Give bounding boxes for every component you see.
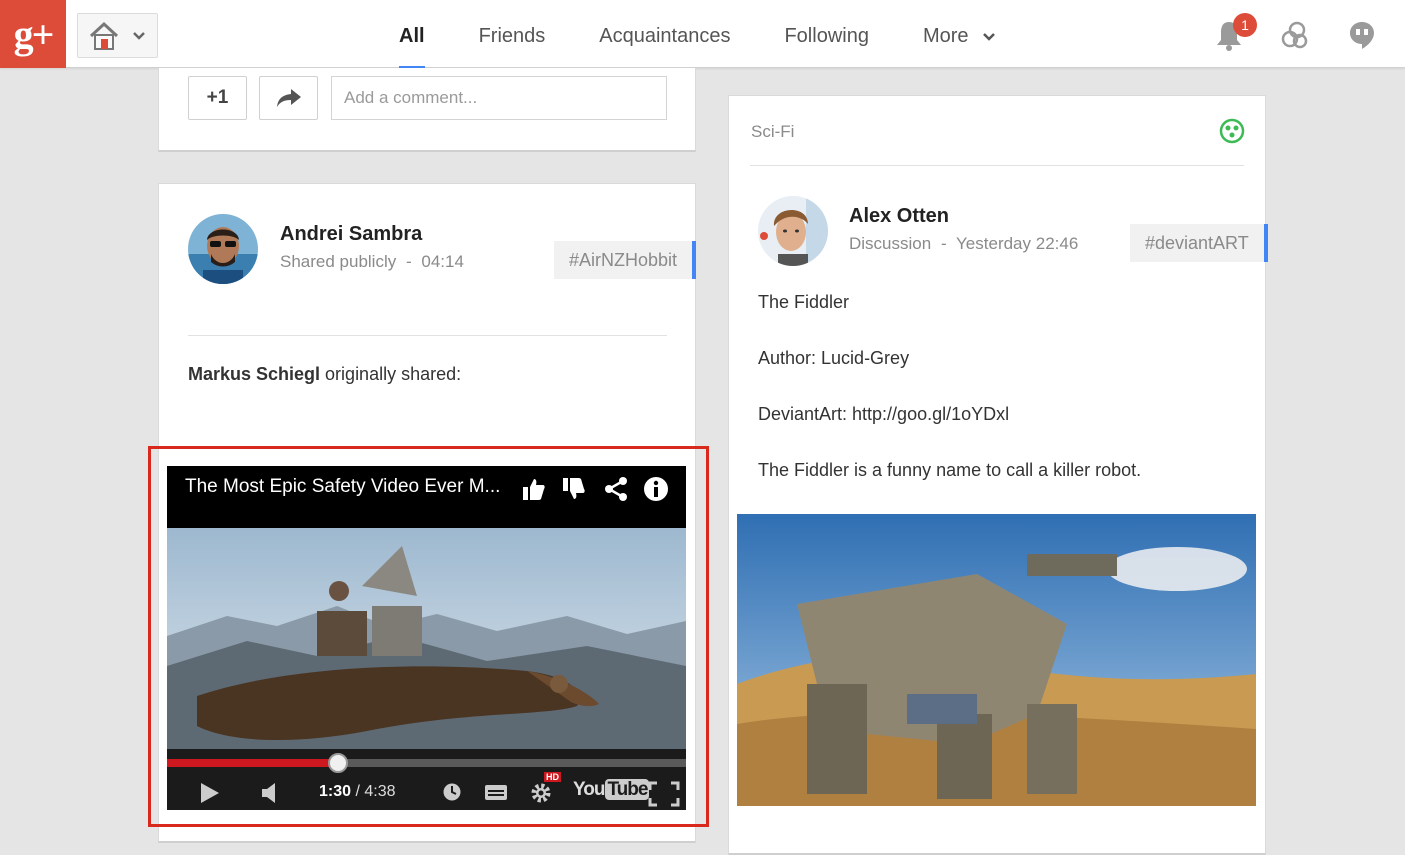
home-menu-button[interactable]	[77, 13, 158, 58]
previous-post-card: +1	[158, 68, 696, 152]
post-image-robot[interactable]	[737, 514, 1256, 806]
tab-acquaintances[interactable]: Acquaintances	[572, 0, 757, 68]
post-category[interactable]: Discussion	[849, 234, 931, 253]
post-author[interactable]: Andrei Sambra	[280, 223, 422, 246]
avatar[interactable]	[758, 196, 828, 266]
post-text-line: Author: Lucid-Grey	[758, 348, 910, 368]
tab-friends[interactable]: Friends	[452, 0, 573, 68]
notification-count-badge: 1	[1233, 13, 1257, 37]
post-visibility[interactable]: Shared publicly	[280, 252, 396, 271]
tab-following[interactable]: Following	[757, 0, 895, 68]
divider	[188, 335, 667, 336]
tab-more[interactable]: More	[896, 0, 1023, 68]
hashtag-chip[interactable]: #deviantART	[1130, 224, 1268, 262]
tab-more-label: More	[922, 25, 969, 47]
stream-tabs: All Friends Acquaintances Following More	[372, 0, 1023, 69]
chevron-down-icon	[133, 31, 145, 40]
reshare-line: Markus Schiegl originally shared:	[188, 364, 461, 385]
post-author[interactable]: Alex Otten	[849, 205, 949, 228]
post-timestamp[interactable]: 04:14	[421, 252, 464, 271]
hangouts-button[interactable]	[1345, 18, 1379, 52]
hashtag-chip[interactable]: #AirNZHobbit	[554, 241, 697, 279]
post-text-line: DeviantArt: http://goo.gl/1oYDxl	[758, 404, 1010, 424]
post-text-line: The Fiddler	[758, 292, 850, 312]
post-meta: Discussion - Yesterday 22:46	[849, 234, 1078, 254]
share-arrow-icon	[276, 89, 301, 107]
comment-input[interactable]	[331, 76, 667, 120]
share-button[interactable]	[259, 76, 318, 120]
video-highlight-box	[148, 446, 709, 827]
avatar[interactable]	[188, 214, 258, 284]
post-card-alex: Sci-Fi Alex Otten Discussion - Yesterday…	[728, 95, 1268, 855]
post-timestamp[interactable]: Yesterday 22:46	[956, 234, 1078, 253]
plus-one-button[interactable]: +1	[188, 76, 247, 120]
google-plus-logo[interactable]: g+	[0, 0, 66, 68]
reshare-text: originally shared:	[320, 364, 462, 384]
chevron-down-icon	[983, 32, 995, 41]
hangouts-icon	[1350, 22, 1374, 49]
top-bar: g+ All Friends Acquaintances Following M…	[0, 0, 1405, 69]
avatar-image	[188, 214, 258, 284]
circles-icon	[1281, 21, 1308, 49]
avatar-image	[758, 196, 828, 266]
tab-all[interactable]: All	[372, 0, 452, 69]
community-name[interactable]: Sci-Fi	[751, 122, 794, 142]
post-text-line: The Fiddler is a funny name to call a ki…	[758, 460, 1142, 480]
original-sharer-name[interactable]: Markus Schiegl	[188, 364, 320, 384]
meta-separator: -	[405, 252, 412, 271]
home-icon	[89, 21, 119, 50]
circles-button[interactable]	[1278, 18, 1312, 52]
meta-separator: -	[940, 234, 947, 253]
divider	[750, 165, 1244, 166]
community-icon[interactable]	[1219, 118, 1245, 144]
post-meta: Shared publicly - 04:14	[280, 252, 464, 272]
